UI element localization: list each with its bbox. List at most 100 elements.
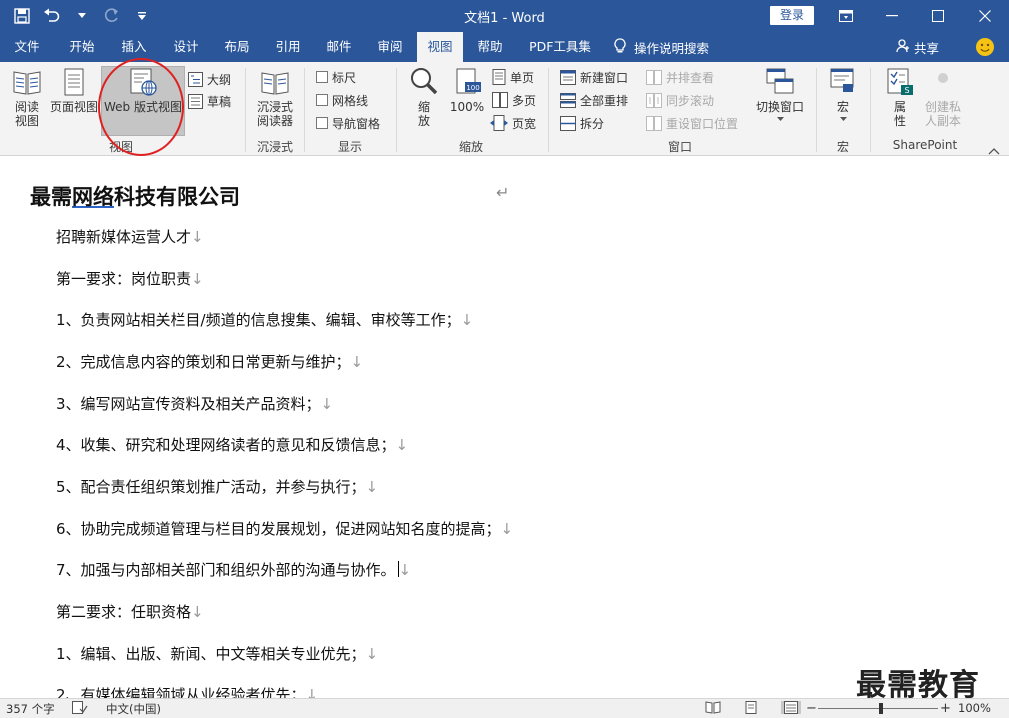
tab-mailings[interactable]: 邮件 — [315, 32, 363, 62]
macros-group-label: 宏 — [836, 140, 849, 154]
split-label: 拆分 — [580, 116, 605, 131]
login-button[interactable]: 登录 — [770, 6, 814, 25]
group-separator — [870, 68, 871, 152]
status-bar: 357 个字 中文(中国) − + 100% — [0, 698, 1009, 718]
one-page-button[interactable]: 单页 — [492, 67, 534, 87]
page-width-label: 页宽 — [512, 116, 537, 131]
zoom-group-label: 缩放 — [458, 140, 483, 154]
nav-pane-check-box[interactable] — [316, 117, 328, 129]
zoom-slider-track[interactable] — [818, 708, 938, 709]
ribbon-display-options-icon[interactable] — [822, 0, 870, 32]
maximize-icon[interactable] — [914, 0, 962, 32]
tell-me-box[interactable]: 操作说明搜索 — [614, 32, 709, 62]
tab-layout[interactable]: 布局 — [213, 32, 261, 62]
new-window-button[interactable]: 新建窗口 — [560, 67, 628, 87]
person-icon — [896, 38, 910, 56]
tab-view[interactable]: 视图 — [417, 32, 463, 62]
sync-scroll-icon — [646, 92, 662, 108]
switch-window-button[interactable]: 切换窗口 — [752, 66, 808, 136]
nav-pane-checkbox[interactable]: 导航窗格 — [316, 113, 380, 133]
paragraph: 第二要求：任职资格↓ — [56, 603, 204, 621]
tab-pdf-tools[interactable]: PDF工具集 — [522, 32, 598, 62]
window-group-label: 窗口 — [667, 140, 692, 154]
zoom-slider-thumb[interactable] — [879, 703, 883, 714]
undo-dropdown-icon[interactable] — [70, 5, 94, 27]
properties-button[interactable]: S 属 性 — [880, 66, 920, 136]
sync-scroll-button: 同步滚动 — [646, 90, 714, 110]
properties-icon: S — [887, 68, 913, 95]
sharepoint-group-label: SharePoint — [892, 138, 958, 152]
zoom-100-button[interactable]: 100 100% — [448, 66, 486, 136]
macros-button[interactable]: 宏 — [824, 66, 862, 136]
page-width-button[interactable]: 页宽 — [490, 113, 536, 133]
ruler-label: 标尺 — [332, 70, 357, 85]
tell-me-label: 操作说明搜索 — [634, 40, 710, 56]
side-by-side-label: 并排查看 — [666, 70, 715, 85]
switch-window-icon — [766, 68, 794, 94]
zoom-level[interactable]: 100% — [958, 701, 991, 715]
multiple-pages-icon — [492, 92, 508, 108]
split-button[interactable]: 拆分 — [560, 113, 604, 133]
outline-button[interactable]: 大纲 — [188, 69, 231, 89]
print-layout-button[interactable]: 页面视图 — [48, 66, 100, 136]
tab-design[interactable]: 设计 — [162, 32, 210, 62]
zoom-button[interactable]: 缩 放 — [406, 66, 442, 136]
read-mode-view-icon[interactable] — [705, 701, 721, 714]
document-area[interactable]: 最需网络科技有限公司 ↵ 招聘新媒体运营人才↓ 第一要求：岗位职责↓ 1、负责网… — [0, 157, 1009, 698]
word-count[interactable]: 357 个字 — [6, 701, 55, 717]
page-width-icon — [490, 115, 508, 131]
outline-label: 大纲 — [207, 72, 232, 87]
paragraph: 4、收集、研究和处理网络读者的意见和反馈信息；↓ — [56, 436, 409, 454]
zoom-label: 缩 放 — [417, 100, 430, 128]
arrange-all-label: 全部重排 — [580, 93, 629, 108]
gridlines-check-box[interactable] — [316, 94, 328, 106]
side-by-side-icon — [646, 69, 662, 85]
title-bar: 文档1 - Word 登录 — [0, 0, 1009, 32]
language-indicator[interactable]: 中文(中国) — [106, 701, 161, 717]
tab-help[interactable]: 帮助 — [467, 32, 513, 62]
proofing-icon[interactable] — [72, 701, 88, 714]
read-mode-label: 阅读 视图 — [14, 100, 39, 128]
private-copy-icon — [938, 73, 948, 83]
zoom-out-icon[interactable]: − — [806, 701, 817, 716]
minimize-icon[interactable] — [868, 0, 916, 32]
print-layout-view-icon[interactable] — [744, 701, 758, 714]
paragraph-mark-icon: ↵ — [496, 183, 510, 202]
feedback-smiley-icon[interactable] — [976, 38, 994, 56]
customize-qat-icon[interactable] — [130, 5, 154, 27]
show-group-label: 显示 — [337, 140, 362, 154]
ruler-check-box[interactable] — [316, 71, 328, 83]
one-page-label: 单页 — [510, 70, 535, 85]
group-separator — [816, 68, 817, 152]
tab-home[interactable]: 开始 — [58, 32, 106, 62]
group-separator — [396, 68, 397, 152]
zoom-in-icon[interactable]: + — [940, 701, 951, 716]
arrange-all-button[interactable]: 全部重排 — [560, 90, 628, 110]
ribbon-tabs: 文件 开始 插入 设计 布局 引用 邮件 审阅 视图 帮助 PDF工具集 操作说… — [0, 32, 1009, 62]
read-mode-button[interactable]: 阅读 视图 — [6, 66, 48, 136]
undo-icon[interactable] — [40, 5, 64, 27]
macros-label: 宏 — [836, 100, 849, 114]
nav-pane-label: 导航窗格 — [332, 116, 381, 131]
web-layout-view-icon[interactable] — [781, 701, 801, 714]
gridlines-checkbox[interactable]: 网格线 — [316, 90, 368, 110]
properties-label: 属 性 — [893, 100, 906, 128]
ruler-checkbox[interactable]: 标尺 — [316, 67, 356, 87]
lightbulb-icon — [614, 37, 626, 57]
paragraph: 第一要求：岗位职责↓ — [56, 270, 204, 288]
immersive-reader-button[interactable]: 沉浸式 阅读器 — [251, 66, 299, 136]
tab-review[interactable]: 审阅 — [366, 32, 414, 62]
immersive-group-label: 沉浸式 — [256, 140, 293, 154]
outline-icon — [188, 71, 203, 87]
multiple-pages-button[interactable]: 多页 — [492, 90, 536, 110]
save-icon[interactable] — [10, 5, 34, 27]
paragraph: 5、配合责任组织策划推广活动，并参与执行；↓ — [56, 478, 379, 496]
tab-references[interactable]: 引用 — [264, 32, 312, 62]
close-icon[interactable] — [961, 0, 1009, 32]
zoom-100-icon: 100 — [456, 68, 481, 94]
draft-icon — [188, 93, 203, 109]
collapse-ribbon-icon[interactable] — [988, 144, 1000, 155]
tab-file[interactable]: 文件 — [4, 32, 50, 62]
share-button[interactable]: 共享 — [896, 32, 939, 62]
draft-button[interactable]: 草稿 — [188, 91, 231, 111]
